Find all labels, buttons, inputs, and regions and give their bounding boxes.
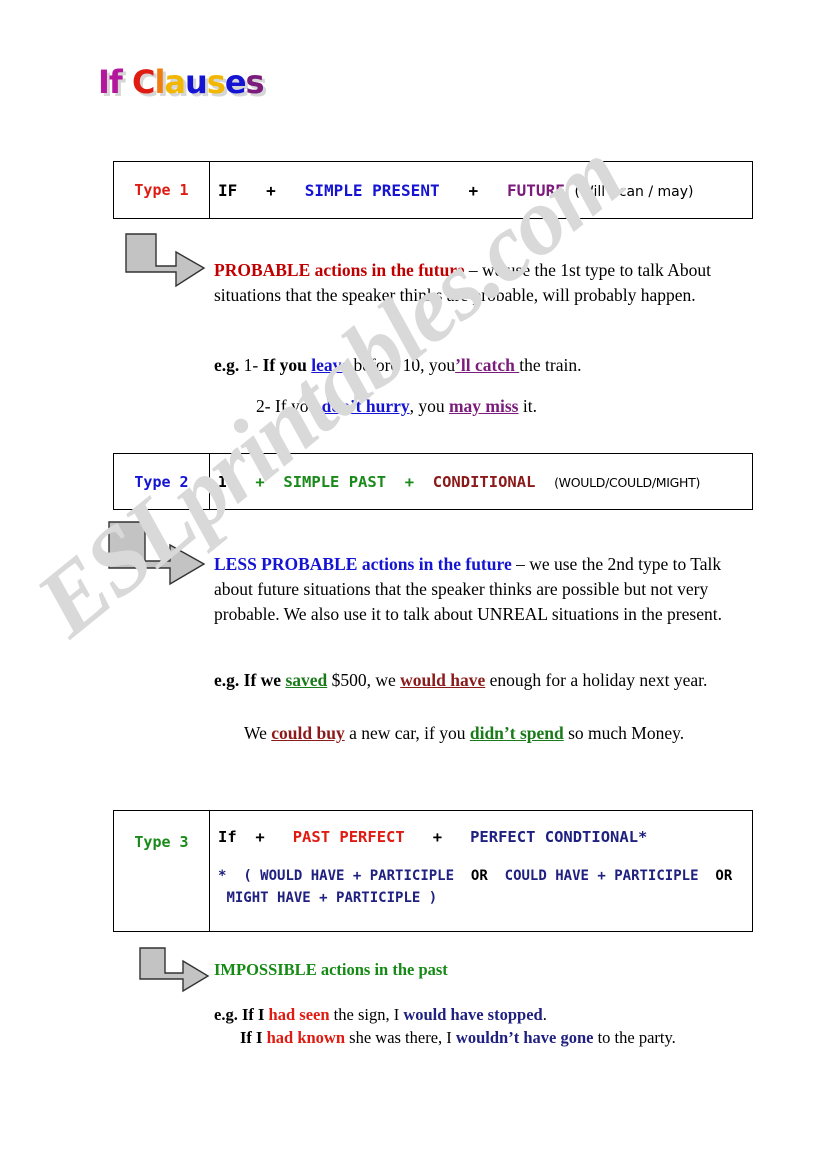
- type3-plus1: +: [255, 828, 265, 846]
- type1-label: Type 1: [114, 162, 210, 218]
- type3-plus2: +: [432, 828, 443, 846]
- type3-footnote-or1: OR: [470, 868, 488, 884]
- type3-example-2-verb: had known: [266, 1027, 346, 1047]
- type1-example-1-pre: If you: [262, 355, 312, 375]
- type1-formula-box: Type 1 IF + SIMPLE PRESENT + FUTURE (Wil…: [113, 161, 753, 219]
- type1-example-2-post: it.: [518, 395, 537, 416]
- type1-example-2-pre: If you: [274, 395, 322, 416]
- type1-example-1-result: ’ll catch: [455, 355, 520, 375]
- type2-formula-box: Type 2 IF + SIMPLE PAST + CONDITIONAL (W…: [113, 453, 753, 510]
- title-letter: l: [154, 63, 165, 101]
- type3-eg-label: e.g.: [214, 1005, 238, 1024]
- type1-example-1-post: the train.: [519, 355, 582, 375]
- type3-footnote-part1: ( WOULD HAVE + PARTICIPLE: [243, 868, 455, 884]
- type1-example-1-verb: leave: [311, 355, 350, 375]
- type1-eg-label: e.g.: [214, 355, 240, 375]
- type2-formula: IF + SIMPLE PAST + CONDITIONAL (WOULD/CO…: [210, 454, 752, 509]
- type3-footnote-part3: MIGHT HAVE + PARTICIPLE ): [226, 889, 438, 906]
- type1-example-2: 2- If you don’t hurry, you may miss it.: [214, 394, 754, 419]
- type3-footnote-or2: OR: [715, 868, 733, 884]
- type3-example-2-mid: she was there, I: [345, 1027, 456, 1047]
- type1-example-2-mid: , you: [409, 395, 449, 416]
- type3-explanation: IMPOSSIBLE actions in the past: [214, 958, 754, 981]
- type2-eg-label: e.g.: [214, 670, 240, 690]
- type2-example-1-post: enough for a holiday next year.: [485, 670, 708, 690]
- page-title: If Clauses: [98, 63, 265, 101]
- type3-example-1-post: .: [542, 1005, 547, 1024]
- type2-note: (WOULD/COULD/MIGHT): [554, 474, 701, 490]
- type3-example-2-result: wouldn’t have gone: [455, 1027, 594, 1047]
- type3-footnote-star: *: [218, 868, 227, 884]
- type1-heading: PROBABLE actions in the future: [214, 260, 465, 280]
- type1-example-2-verb: don’t hurry: [321, 395, 410, 416]
- type3-example-2: If I had known she was there, I wouldn’t…: [214, 1027, 754, 1050]
- type1-plus1: +: [266, 180, 276, 200]
- title-letter: s: [245, 63, 265, 101]
- type2-example-1-verb: saved: [285, 670, 328, 690]
- type3-label: Type 3: [114, 811, 210, 931]
- type2-example-2-verb: didn’t spend: [469, 722, 564, 743]
- type1-if: IF: [218, 180, 238, 200]
- type2-plus2: +: [404, 472, 415, 491]
- type1-example-1-mid: before 10, you: [349, 355, 456, 375]
- page-title-text: If Clauses: [98, 63, 265, 101]
- type2-example-2-pre: We: [244, 722, 272, 743]
- type1-example-2-result: may miss: [448, 395, 519, 416]
- title-letter: [122, 66, 132, 98]
- title-letter: a: [164, 63, 186, 101]
- type2-label: Type 2: [114, 454, 210, 509]
- type3-example-1-result: would have stopped: [403, 1005, 543, 1024]
- type1-formula: IF + SIMPLE PRESENT + FUTURE (Will / can…: [210, 162, 752, 218]
- type3-example-1: e.g. If I had seen the sign, I would hav…: [214, 1004, 754, 1027]
- type3-example-1-mid: the sign, I: [329, 1005, 404, 1024]
- type2-examples: e.g. If we saved $500, we would have eno…: [214, 668, 754, 746]
- type2-example-2-result: could buy: [271, 722, 345, 743]
- type2-example-2-mid: a new car, if you: [344, 722, 470, 743]
- type3-tense: PAST PERFECT: [292, 828, 405, 846]
- type3-footnote-part2: COULD HAVE + PARTICIPLE: [504, 868, 699, 884]
- type2-if: IF: [218, 472, 237, 491]
- type2-example-2: We could buy a new car, if you didn’t sp…: [214, 721, 754, 746]
- type1-example-1-number: 1-: [243, 355, 259, 375]
- type2-plus1: +: [255, 472, 265, 491]
- type2-example-1-mid: $500, we: [327, 670, 401, 690]
- title-letter: f: [108, 63, 123, 101]
- type2-explanation: LESS PROBABLE actions in the future – we…: [214, 552, 754, 627]
- type1-explanation: PROBABLE actions in the future – we use …: [214, 258, 754, 308]
- title-letter: u: [185, 63, 208, 101]
- type2-tense: SIMPLE PAST: [283, 472, 387, 491]
- type3-heading: IMPOSSIBLE actions in the past: [214, 960, 448, 979]
- type2-example-2-post: so much Money.: [563, 722, 685, 743]
- type3-example-2-post: to the party.: [593, 1027, 676, 1047]
- type2-example-1: e.g. If we saved $500, we would have eno…: [214, 668, 754, 693]
- type3-formula: If + PAST PERFECT + PERFECT CONDTIONAL* …: [210, 811, 752, 931]
- type1-example-1: e.g. 1- If you leave before 10, you’ll c…: [214, 353, 754, 378]
- type1-result: FUTURE: [507, 180, 565, 200]
- title-letter: s: [206, 63, 226, 101]
- title-letter: C: [131, 63, 156, 101]
- title-letter: I: [98, 63, 110, 101]
- type3-example-1-pre: If I: [241, 1005, 269, 1024]
- type2-example-1-result: would have: [400, 670, 486, 690]
- type2-heading: LESS PROBABLE actions in the future: [214, 554, 512, 574]
- bent-arrow-icon: [107, 520, 207, 590]
- title-letter: e: [224, 63, 247, 101]
- type2-example-1-pre: If we: [239, 670, 286, 690]
- type3-formula-box: Type 3 If + PAST PERFECT + PERFECT CONDT…: [113, 810, 753, 932]
- type3-examples: e.g. If I had seen the sign, I would hav…: [214, 1004, 754, 1050]
- type2-result: CONDITIONAL: [432, 472, 536, 491]
- type3-result: PERFECT CONDTIONAL*: [470, 828, 648, 846]
- type1-plus2: +: [468, 180, 479, 200]
- type1-tense: SIMPLE PRESENT: [304, 180, 440, 200]
- type1-note: (Will / can / may): [574, 183, 694, 200]
- type3-example-1-verb: had seen: [268, 1005, 330, 1024]
- bent-arrow-icon: [138, 946, 210, 994]
- type1-example-2-number: 2-: [256, 395, 271, 416]
- type3-example-2-pre: If I: [240, 1027, 267, 1047]
- type1-examples: e.g. 1- If you leave before 10, you’ll c…: [214, 353, 754, 419]
- type3-if: If: [218, 828, 237, 846]
- bent-arrow-icon: [124, 232, 206, 290]
